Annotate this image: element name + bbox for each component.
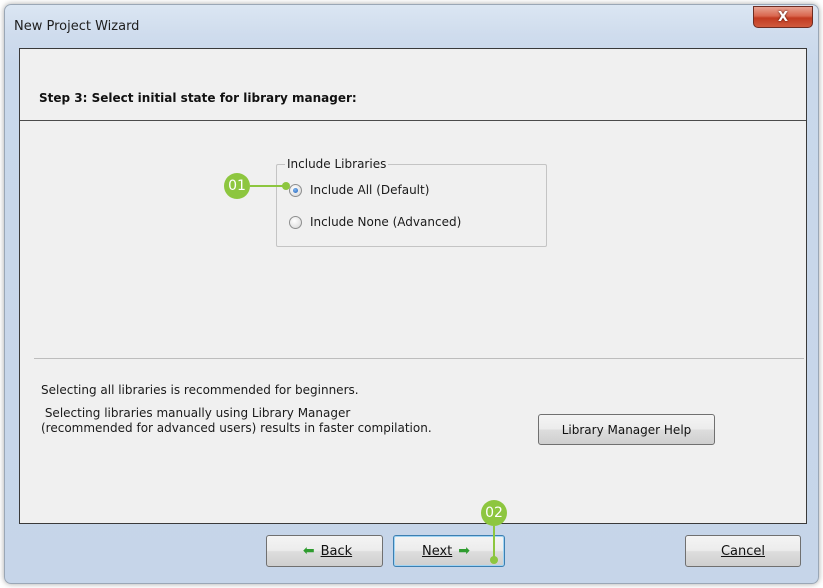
callout-02-badge: 02 — [481, 500, 507, 526]
window-title: New Project Wizard — [14, 19, 140, 34]
include-all-option[interactable]: Include All (Default) — [289, 183, 429, 197]
library-manager-help-button[interactable]: Library Manager Help — [538, 414, 715, 445]
title-bar[interactable]: New Project Wizard X — [5, 5, 818, 43]
left-arrow-icon: ⬅ — [302, 543, 315, 559]
step-title: Step 3: Select initial state for library… — [39, 91, 357, 105]
close-button[interactable]: X — [753, 6, 813, 28]
include-none-radio[interactable] — [289, 215, 302, 229]
next-button[interactable]: Next ➡ — [393, 535, 505, 567]
back-label: Back — [320, 543, 353, 559]
callout-02-dot — [490, 556, 498, 564]
info-line-1: Selecting all libraries is recommended f… — [41, 383, 359, 397]
info-line-2: Selecting libraries manually using Libra… — [41, 406, 351, 420]
include-libraries-group: Include Libraries Include All (Default) … — [276, 157, 547, 247]
cancel-label: Cancel — [720, 543, 766, 559]
right-arrow-icon: ➡ — [458, 543, 471, 559]
info-divider — [34, 358, 804, 359]
wizard-content-panel: Step 3: Select initial state for library… — [19, 48, 807, 524]
callout-01-line — [250, 185, 284, 187]
callout-02-label: 02 — [485, 505, 503, 521]
include-none-option[interactable]: Include None (Advanced) — [289, 215, 461, 229]
callout-01-label: 01 — [228, 178, 246, 194]
next-label: Next — [421, 543, 453, 559]
wizard-window: New Project Wizard X Step 3: Select init… — [4, 4, 819, 584]
callout-01-badge: 01 — [224, 173, 250, 199]
back-button[interactable]: ⬅ Back — [266, 535, 383, 567]
header-divider — [20, 120, 806, 121]
include-all-radio[interactable] — [289, 183, 302, 197]
callout-02-line — [493, 526, 495, 558]
cancel-button[interactable]: Cancel — [685, 535, 801, 567]
include-none-label[interactable]: Include None (Advanced) — [310, 215, 461, 229]
close-icon: X — [777, 9, 789, 25]
info-line-3: (recommended for advanced users) results… — [41, 421, 432, 435]
library-manager-help-label: Library Manager Help — [561, 422, 692, 437]
include-all-label[interactable]: Include All (Default) — [310, 183, 429, 197]
group-legend: Include Libraries — [285, 157, 389, 171]
callout-01-dot — [282, 182, 290, 190]
